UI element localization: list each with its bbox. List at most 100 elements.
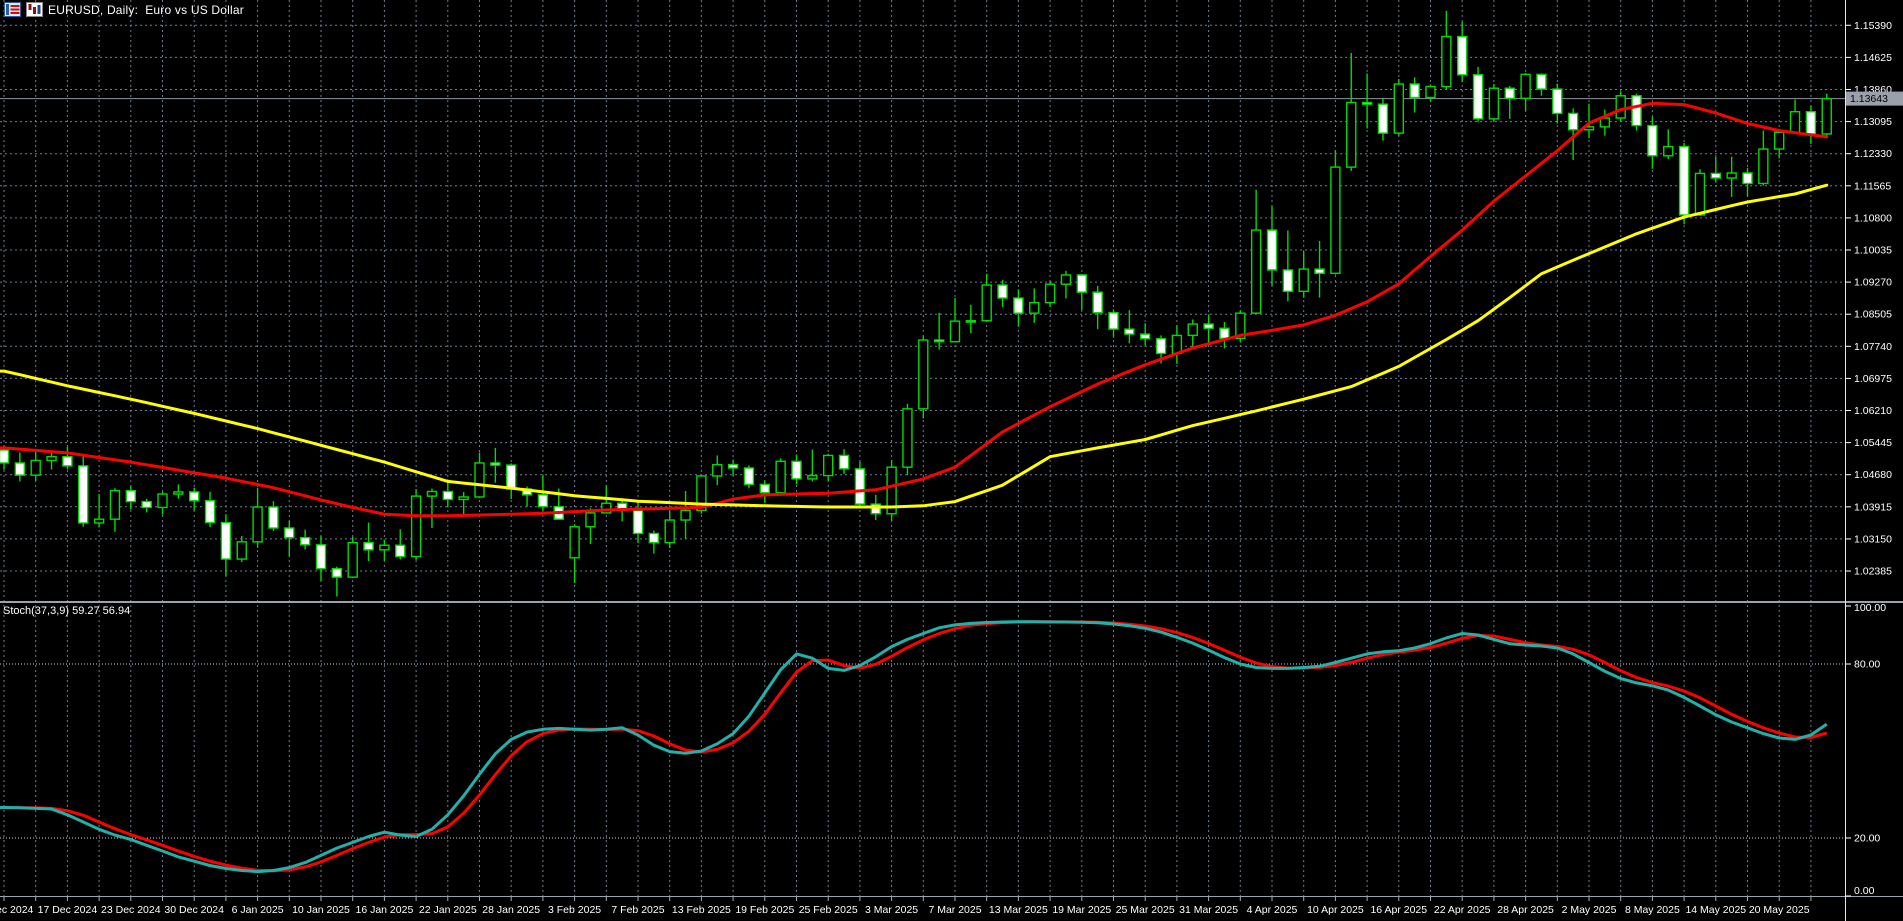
price-axis-label: 1.10035 bbox=[1854, 245, 1892, 257]
stoch-axis-label: 80.00 bbox=[1854, 659, 1880, 671]
bear-candle bbox=[301, 538, 310, 545]
bull-candle bbox=[1046, 284, 1055, 302]
price-axis-label: 1.06975 bbox=[1854, 373, 1892, 385]
price-axis-label: 1.11565 bbox=[1854, 180, 1891, 192]
bull-candle bbox=[95, 519, 104, 523]
bull-candle bbox=[1727, 173, 1736, 178]
bull-candle bbox=[174, 492, 183, 494]
bull-candle bbox=[110, 491, 119, 520]
bear-candle bbox=[634, 510, 643, 533]
price-axis-label: 1.08505 bbox=[1854, 309, 1892, 321]
bull-candle bbox=[966, 321, 975, 322]
bull-candle bbox=[348, 543, 357, 577]
bull-candle bbox=[380, 545, 389, 550]
time-axis-label: 13 Feb 2025 bbox=[672, 904, 731, 916]
time-axis-label: 3 Mar 2025 bbox=[865, 904, 918, 916]
time-axis-label: 19 Feb 2025 bbox=[735, 904, 794, 916]
time-axis-label: 10 Jan 2025 bbox=[292, 904, 350, 916]
bear-candle bbox=[396, 545, 405, 556]
bull-candle bbox=[1695, 173, 1704, 215]
bear-candle bbox=[126, 491, 135, 502]
bull-candle bbox=[253, 507, 262, 542]
bull-candle bbox=[713, 465, 722, 476]
bull-candle bbox=[1299, 269, 1308, 291]
bear-candle bbox=[1141, 334, 1150, 339]
time-axis-label: 4 Apr 2025 bbox=[1247, 904, 1298, 916]
bull-candle bbox=[459, 497, 468, 500]
bear-candle bbox=[1204, 324, 1213, 328]
bull-candle bbox=[681, 510, 690, 520]
price-axis-label: 1.09270 bbox=[1854, 277, 1892, 289]
bear-candle bbox=[1093, 292, 1102, 313]
bull-candle bbox=[824, 455, 833, 475]
time-axis-label: 25 Mar 2025 bbox=[1116, 904, 1175, 916]
bull-candle bbox=[1759, 149, 1768, 183]
chart-background bbox=[0, 0, 1903, 921]
bear-candle bbox=[1268, 230, 1277, 270]
bear-candle bbox=[1632, 96, 1641, 126]
bull-candle bbox=[1791, 112, 1800, 133]
bull-candle bbox=[1347, 102, 1356, 167]
bear-candle bbox=[0, 450, 9, 463]
time-axis-label: 20 May 2025 bbox=[1749, 904, 1810, 916]
bear-candle bbox=[79, 466, 88, 523]
bear-candle bbox=[998, 285, 1007, 298]
bull-candle bbox=[1252, 230, 1261, 313]
bull-candle bbox=[1061, 275, 1070, 284]
bear-candle bbox=[206, 501, 215, 523]
time-axis-label: 10 Apr 2025 bbox=[1307, 904, 1364, 916]
ohlc-chart-icon[interactable] bbox=[26, 2, 43, 17]
bear-candle bbox=[1458, 37, 1467, 75]
bull-candle bbox=[1188, 324, 1197, 335]
time-axis-label: 7 Mar 2025 bbox=[928, 904, 981, 916]
bull-candle bbox=[1775, 132, 1784, 149]
time-axis-label: 19 Mar 2025 bbox=[1052, 904, 1111, 916]
bear-candle bbox=[729, 465, 738, 468]
price-axis-label: 1.13095 bbox=[1854, 116, 1892, 128]
bear-candle bbox=[1283, 270, 1292, 291]
price-axis-label: 1.05445 bbox=[1854, 437, 1892, 449]
bear-candle bbox=[1315, 269, 1324, 273]
stoch-axis-label: 20.00 bbox=[1854, 833, 1880, 845]
panel-separator bbox=[0, 601, 1903, 603]
price-axis-label: 1.10800 bbox=[1854, 212, 1892, 224]
time-axis-label: 6 Jan 2025 bbox=[232, 904, 284, 916]
bull-candle bbox=[903, 409, 912, 467]
bull-candle bbox=[31, 460, 40, 475]
indicator-list-icon[interactable] bbox=[4, 2, 21, 17]
bear-candle bbox=[1569, 113, 1578, 129]
bear-candle bbox=[1648, 126, 1657, 156]
bear-candle bbox=[364, 543, 373, 550]
bear-candle bbox=[285, 528, 294, 538]
time-axis-label: 14 May 2025 bbox=[1685, 904, 1746, 916]
bull-candle bbox=[665, 520, 674, 543]
time-axis-label: 17 Dec 2024 bbox=[38, 904, 98, 916]
bear-candle bbox=[1014, 298, 1023, 313]
bull-candle bbox=[1822, 99, 1831, 134]
bull-candle bbox=[1600, 118, 1609, 127]
time-axis-label: 28 Apr 2025 bbox=[1497, 904, 1554, 916]
bear-candle bbox=[1806, 112, 1815, 134]
bear-candle bbox=[1474, 75, 1483, 119]
bear-candle bbox=[142, 502, 151, 508]
price-axis-label: 1.12330 bbox=[1854, 148, 1892, 160]
chart-title: EURUSD, Daily: Euro vs US Dollar bbox=[48, 3, 244, 17]
bull-candle bbox=[1394, 84, 1403, 133]
bear-candle bbox=[1505, 88, 1514, 98]
time-axis-label: 31 Mar 2025 bbox=[1179, 904, 1238, 916]
time-axis-label: 16 Apr 2025 bbox=[1370, 904, 1427, 916]
bull-candle bbox=[570, 527, 579, 558]
bear-candle bbox=[1363, 102, 1372, 104]
chart-canvas[interactable]: 1.153901.146251.138601.130951.123301.115… bbox=[0, 0, 1903, 921]
bull-candle bbox=[919, 340, 928, 409]
bear-candle bbox=[1553, 89, 1562, 113]
bear-candle bbox=[1743, 173, 1752, 183]
bull-candle bbox=[586, 513, 595, 527]
price-axis-label: 1.04680 bbox=[1854, 469, 1892, 481]
bear-candle bbox=[507, 465, 516, 489]
time-axis-label: 22 Apr 2025 bbox=[1434, 904, 1491, 916]
bull-candle bbox=[1030, 303, 1039, 313]
bull-candle bbox=[427, 492, 436, 497]
bear-candle bbox=[744, 468, 753, 484]
current-price-label: 1.13643 bbox=[1850, 93, 1888, 105]
